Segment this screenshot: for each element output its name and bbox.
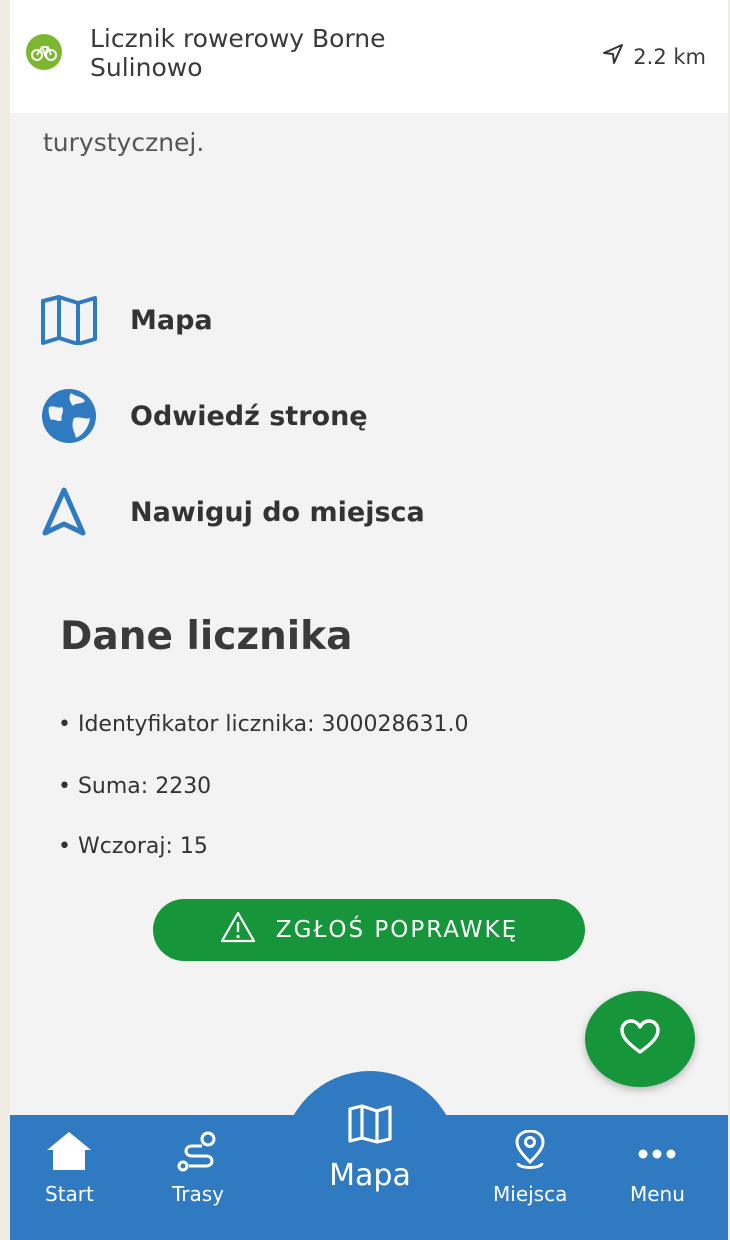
counter-id-line: • Identyfikator licznika: 300028631.0 xyxy=(58,712,469,737)
nav-label-menu: Menu xyxy=(630,1182,685,1206)
navigate-action[interactable]: Nawiguj do miejsca xyxy=(40,482,700,542)
more-icon xyxy=(633,1130,681,1176)
visit-website-action[interactable]: Odwiedź stronę xyxy=(40,386,700,446)
nav-item-mapa[interactable]: Mapa xyxy=(282,1104,458,1193)
navigate-action-label: Nawiguj do miejsca xyxy=(130,496,425,528)
counter-total-line: • Suma: 2230 xyxy=(58,774,212,799)
distance-indicator: 2.2 km xyxy=(601,42,706,71)
description-text: turystycznej. xyxy=(43,128,205,157)
place-header: Licznik rowerowy Borne Sulinowo 2.2 km xyxy=(10,0,728,113)
navigate-icon xyxy=(40,484,102,540)
nav-item-start[interactable]: Start xyxy=(45,1130,94,1206)
distance-value: 2.2 km xyxy=(633,44,706,69)
nav-item-menu[interactable]: Menu xyxy=(630,1130,685,1206)
nav-label-trasy: Trasy xyxy=(172,1182,225,1206)
nav-label-start: Start xyxy=(45,1182,94,1206)
nav-item-trasy[interactable]: Trasy xyxy=(172,1130,224,1206)
map-action-label: Mapa xyxy=(130,304,213,336)
bicycle-icon xyxy=(26,34,62,70)
visit-website-label: Odwiedź stronę xyxy=(130,400,368,432)
counter-yesterday-line: • Wczoraj: 15 xyxy=(58,834,208,859)
globe-icon xyxy=(40,388,102,444)
map-icon xyxy=(347,1104,393,1148)
counter-data-title: Dane licznika xyxy=(60,614,353,659)
nav-label-mapa: Mapa xyxy=(329,1158,411,1193)
navigation-arrow-icon xyxy=(601,42,625,71)
map-action[interactable]: Mapa xyxy=(40,290,700,350)
home-icon xyxy=(45,1130,93,1176)
route-icon xyxy=(174,1130,222,1176)
heart-icon xyxy=(620,1019,660,1059)
report-correction-label: ZGŁOŚ POPRAWKĘ xyxy=(275,917,519,943)
screen: Licznik rowerowy Borne Sulinowo 2.2 km t… xyxy=(10,0,728,1240)
report-correction-button[interactable]: ZGŁOŚ POPRAWKĘ xyxy=(153,899,585,961)
place-title: Licznik rowerowy Borne Sulinowo xyxy=(90,24,386,82)
map-icon xyxy=(40,292,102,348)
favorite-button[interactable] xyxy=(585,991,695,1087)
nav-item-miejsca[interactable]: Miejsca xyxy=(493,1129,568,1206)
nav-label-miejsca: Miejsca xyxy=(493,1182,568,1206)
warning-icon xyxy=(220,911,256,949)
location-pin-icon xyxy=(506,1129,554,1176)
